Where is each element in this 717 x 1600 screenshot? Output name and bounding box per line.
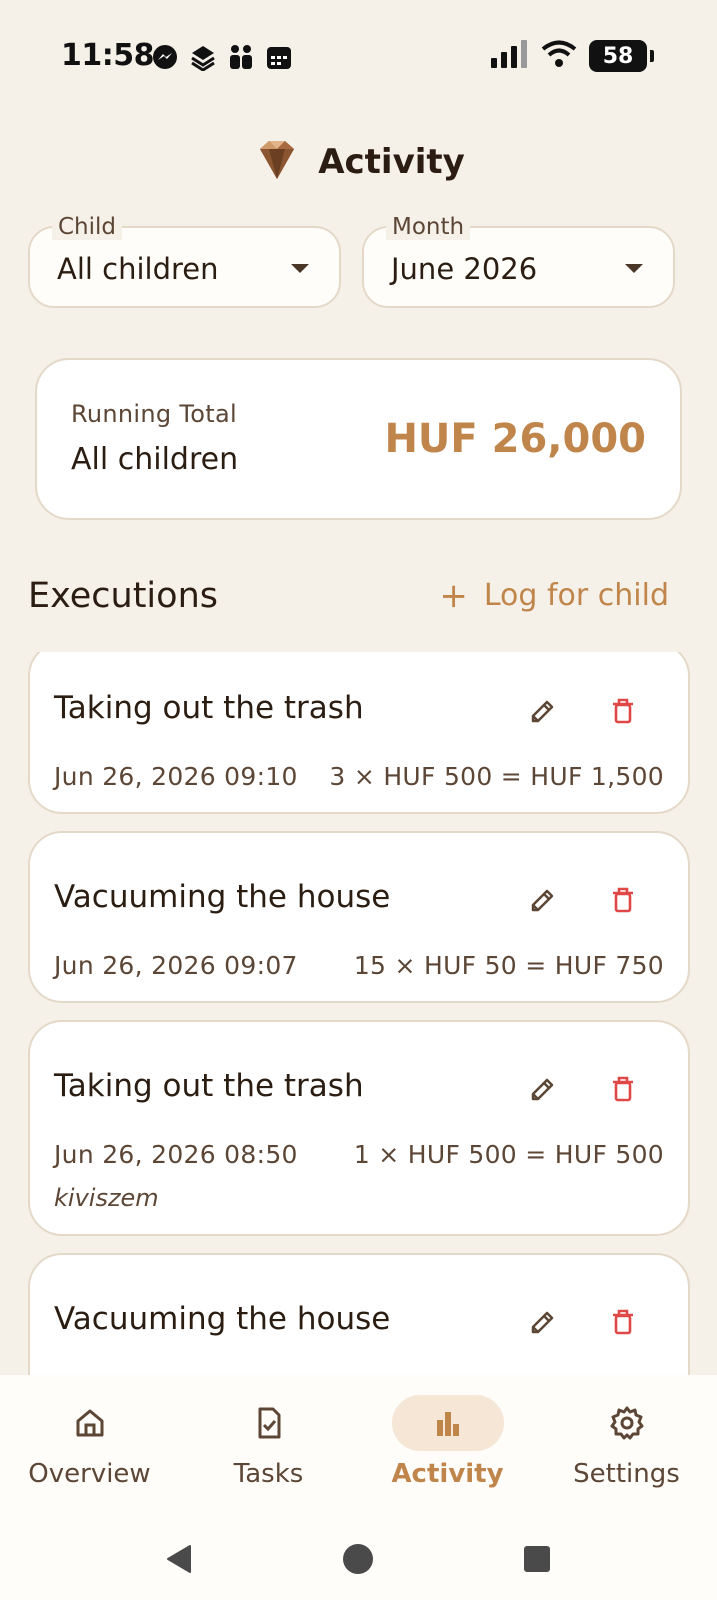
child-select-value: All children bbox=[57, 252, 219, 286]
nav-overview[interactable]: Overview bbox=[0, 1395, 179, 1489]
month-select[interactable]: Month June 2026 bbox=[362, 214, 675, 308]
delete-icon[interactable] bbox=[608, 885, 638, 915]
battery-indicator: 58 bbox=[589, 40, 654, 72]
month-select-value: June 2026 bbox=[391, 252, 538, 286]
gear-icon bbox=[571, 1395, 683, 1451]
execution-datetime: Jun 26, 2026 09:07 bbox=[54, 951, 298, 980]
child-select-label: Child bbox=[52, 214, 123, 240]
bar-chart-icon bbox=[391, 1395, 504, 1451]
home-icon bbox=[34, 1395, 146, 1451]
execution-card[interactable]: Vacuuming the house Jun 26, 2026 09:07 1… bbox=[28, 831, 690, 1003]
wifi-icon bbox=[541, 40, 577, 72]
edit-icon[interactable] bbox=[528, 1074, 558, 1104]
execution-calculation: 1 × HUF 500 = HUF 500 bbox=[353, 1140, 664, 1169]
page-title: Activity bbox=[318, 142, 465, 182]
execution-card[interactable]: Taking out the trash Jun 26, 2026 08:50 … bbox=[28, 1020, 690, 1236]
delete-icon[interactable] bbox=[608, 1307, 638, 1337]
execution-datetime: Jun 26, 2026 09:10 bbox=[54, 762, 298, 791]
nav-activity[interactable]: Activity bbox=[358, 1395, 537, 1489]
execution-calculation: 15 × HUF 50 = HUF 750 bbox=[353, 951, 664, 980]
back-icon[interactable] bbox=[162, 1542, 196, 1576]
nav-tasks[interactable]: Tasks bbox=[179, 1395, 358, 1489]
executions-title: Executions bbox=[28, 576, 218, 616]
execution-calculation: 3 × HUF 500 = HUF 1,500 bbox=[329, 762, 664, 791]
executions-list[interactable]: Taking out the trash Jun 26, 2026 09:10 … bbox=[28, 652, 690, 1375]
people-icon bbox=[226, 42, 256, 72]
execution-task: Vacuuming the house bbox=[54, 879, 391, 915]
log-for-child-label: Log for child bbox=[483, 578, 669, 613]
home-circle-icon[interactable] bbox=[341, 1542, 375, 1576]
edit-icon[interactable] bbox=[528, 885, 558, 915]
running-total-label: Running Total bbox=[71, 400, 237, 428]
bottom-nav: Overview Tasks Activity Settings bbox=[0, 1375, 717, 1515]
caret-down-icon bbox=[291, 264, 309, 273]
caret-down-icon bbox=[625, 264, 643, 273]
messenger-icon bbox=[150, 42, 180, 72]
signal-icon bbox=[491, 40, 529, 72]
nav-label: Settings bbox=[573, 1459, 680, 1489]
execution-task: Taking out the trash bbox=[54, 690, 364, 726]
month-select-label: Month bbox=[386, 214, 471, 240]
child-select[interactable]: Child All children bbox=[28, 214, 341, 308]
execution-task: Taking out the trash bbox=[54, 1068, 364, 1104]
gem-logo bbox=[252, 135, 302, 189]
running-total-scope: All children bbox=[71, 442, 239, 477]
recents-icon[interactable] bbox=[520, 1542, 554, 1576]
status-time: 11:58 bbox=[61, 38, 155, 73]
execution-card[interactable]: Taking out the trash Jun 26, 2026 09:10 … bbox=[28, 652, 690, 814]
delete-icon[interactable] bbox=[608, 696, 638, 726]
execution-note: kiviszem bbox=[54, 1184, 159, 1212]
plus-icon: + bbox=[439, 575, 468, 616]
edit-icon[interactable] bbox=[528, 1307, 558, 1337]
nav-label: Tasks bbox=[233, 1459, 304, 1489]
notification-icons bbox=[150, 42, 294, 72]
status-bar: 11:58 58 bbox=[0, 0, 717, 115]
system-navigation-bar bbox=[0, 1515, 717, 1600]
nav-label: Overview bbox=[28, 1459, 151, 1489]
app-header: Activity bbox=[0, 135, 717, 189]
log-for-child-button[interactable]: + Log for child bbox=[439, 578, 669, 613]
execution-card[interactable]: Vacuuming the house bbox=[28, 1253, 690, 1375]
system-indicators: 58 bbox=[491, 40, 654, 72]
nav-settings[interactable]: Settings bbox=[537, 1395, 716, 1489]
running-total-card: Running Total All children HUF 26,000 bbox=[35, 358, 682, 520]
calendar-icon bbox=[264, 42, 294, 72]
nav-label: Activity bbox=[391, 1459, 504, 1489]
execution-datetime: Jun 26, 2026 08:50 bbox=[54, 1140, 298, 1169]
delete-icon[interactable] bbox=[608, 1074, 638, 1104]
edit-icon[interactable] bbox=[528, 696, 558, 726]
execution-task: Vacuuming the house bbox=[54, 1301, 391, 1337]
checklist-icon bbox=[213, 1395, 325, 1451]
stack-icon bbox=[188, 42, 218, 72]
running-total-amount: HUF 26,000 bbox=[384, 416, 646, 462]
